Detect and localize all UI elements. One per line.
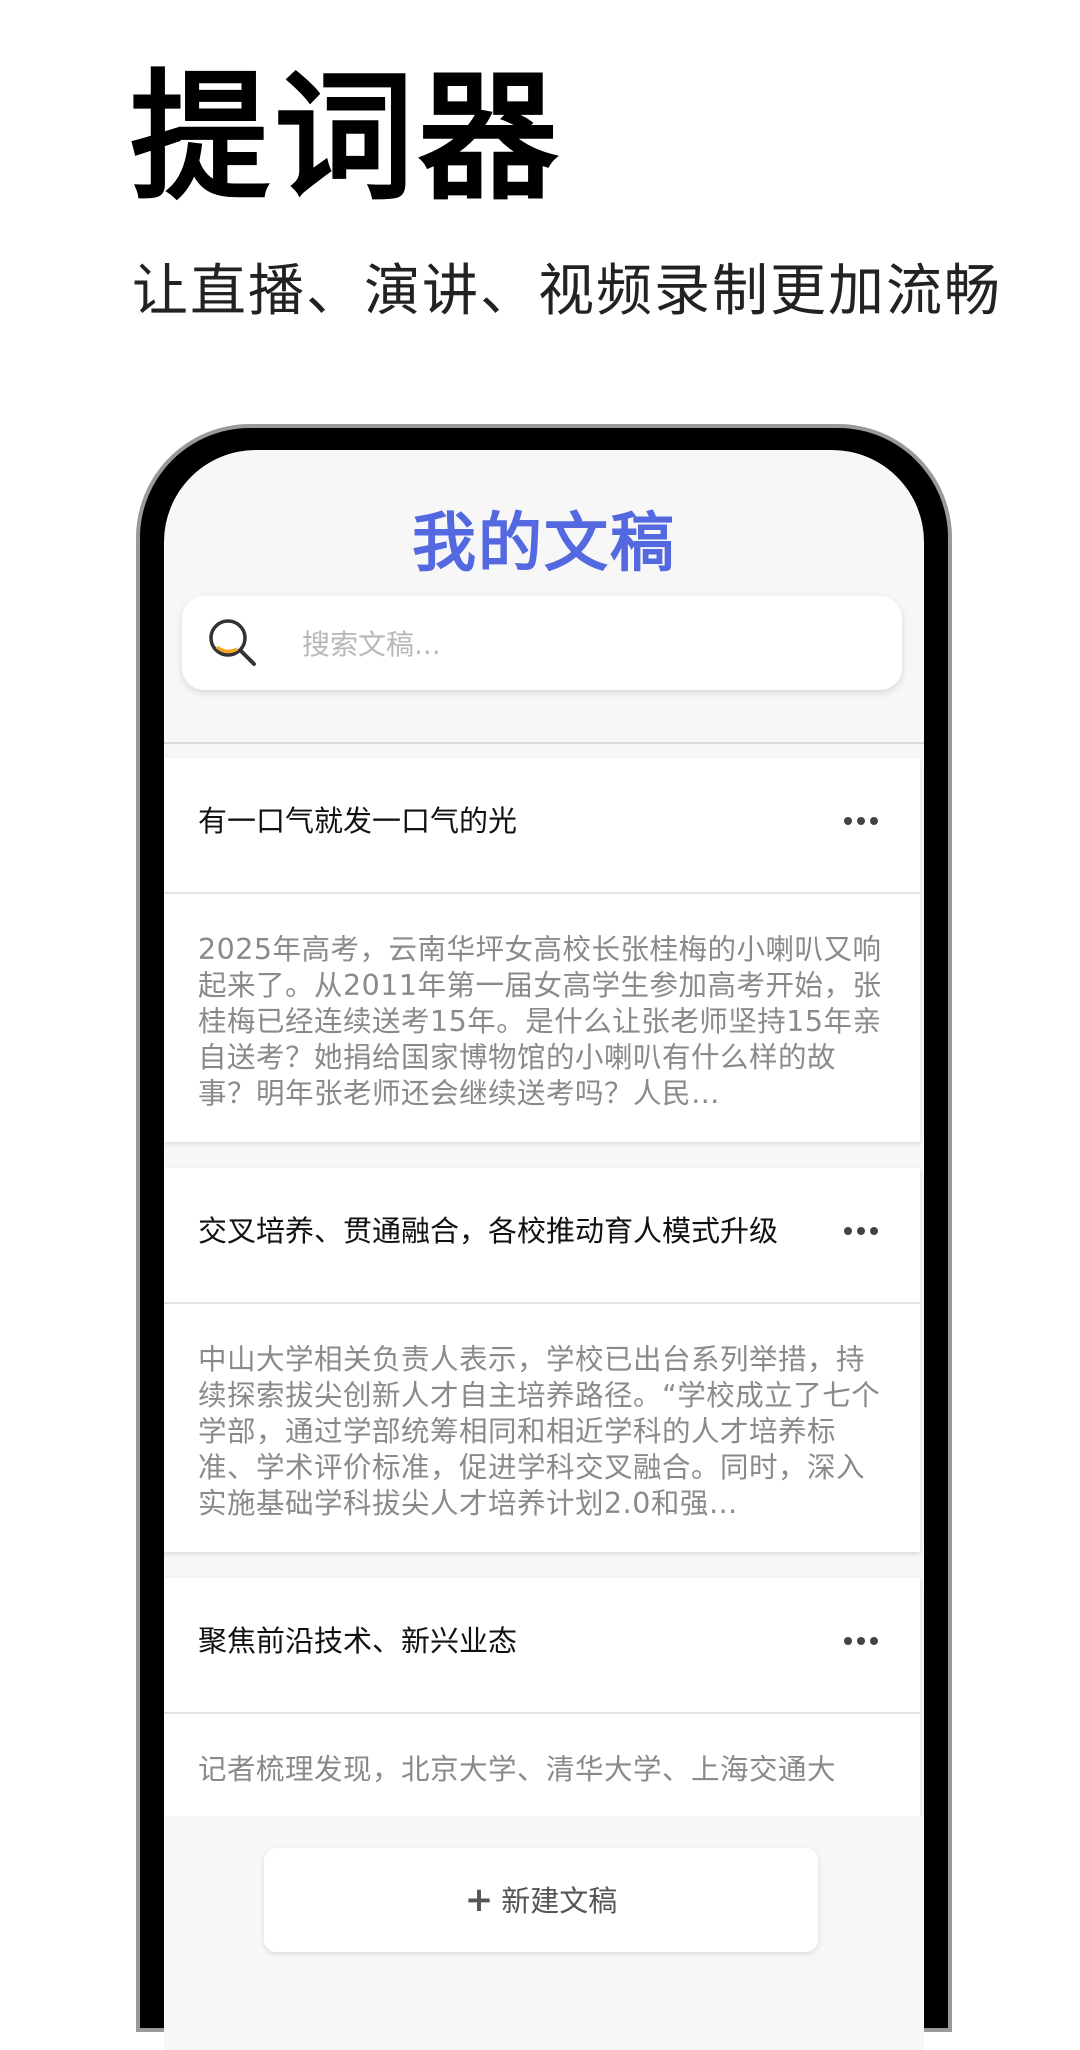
page-title: 我的文稿	[412, 507, 676, 581]
document-preview[interactable]: 中山大学相关负责人表示，学校已出台系列举措，持续探索拔尖创新人才自主培养路径。“…	[164, 1304, 920, 1552]
document-preview[interactable]: 2025年高考，云南华坪女高校长张桂梅的小喇叭又响起来了。从2011年第一届女高…	[164, 894, 920, 1142]
document-card-header[interactable]: 聚焦前沿技术、新兴业态	[164, 1578, 920, 1714]
promo-title: 提词器	[130, 57, 563, 220]
phone-frame: 我的文稿 有一口气就发一口气的光 2025年高考，云南华坪女高校长张桂梅的小喇	[140, 428, 948, 2050]
document-preview-text: 2025年高考，云南华坪女高校长张桂梅的小喇叭又响起来了。从2011年第一届女高…	[198, 933, 882, 1110]
promo-subtitle: 让直播、演讲、视频录制更加流畅	[132, 259, 1002, 324]
phone-screen: 我的文稿 有一口气就发一口气的光 2025年高考，云南华坪女高校长张桂梅的小喇	[164, 450, 924, 2050]
document-preview-text: 中山大学相关负责人表示，学校已出台系列举措，持续探索拔尖创新人才自主培养路径。“…	[198, 1343, 881, 1520]
document-preview-text: 记者梳理发现，北京大学、清华大学、上海交通大	[198, 1753, 837, 1786]
more-horizontal-icon[interactable]	[844, 810, 884, 830]
document-card-header[interactable]: 交叉培养、贯通融合，各校推动育人模式升级	[164, 1168, 920, 1304]
document-title: 交叉培养、贯通融合，各校推动育人模式升级	[198, 1214, 779, 1248]
document-card-header[interactable]: 有一口气就发一口气的光	[164, 758, 920, 894]
search-input[interactable]	[300, 614, 864, 674]
document-card[interactable]: 有一口气就发一口气的光 2025年高考，云南华坪女高校长张桂梅的小喇叭又响起来了…	[164, 758, 920, 1142]
more-horizontal-icon[interactable]	[844, 1630, 884, 1650]
document-list: 有一口气就发一口气的光 2025年高考，云南华坪女高校长张桂梅的小喇叭又响起来了…	[164, 758, 924, 1988]
document-title: 聚焦前沿技术、新兴业态	[198, 1624, 518, 1658]
new-document-label: 新建文稿	[501, 1884, 618, 1918]
bottom-bar: + 新建文稿	[164, 1816, 924, 2050]
document-title: 有一口气就发一口气的光	[198, 804, 518, 838]
new-document-button[interactable]: + 新建文稿	[264, 1848, 818, 1952]
plus-icon: +	[464, 1880, 494, 1920]
search-bar[interactable]	[182, 596, 902, 690]
document-card[interactable]: 交叉培养、贯通融合，各校推动育人模式升级 中山大学相关负责人表示，学校已出台系列…	[164, 1168, 920, 1552]
search-icon	[209, 619, 256, 666]
divider	[164, 742, 924, 744]
more-horizontal-icon[interactable]	[844, 1220, 884, 1240]
